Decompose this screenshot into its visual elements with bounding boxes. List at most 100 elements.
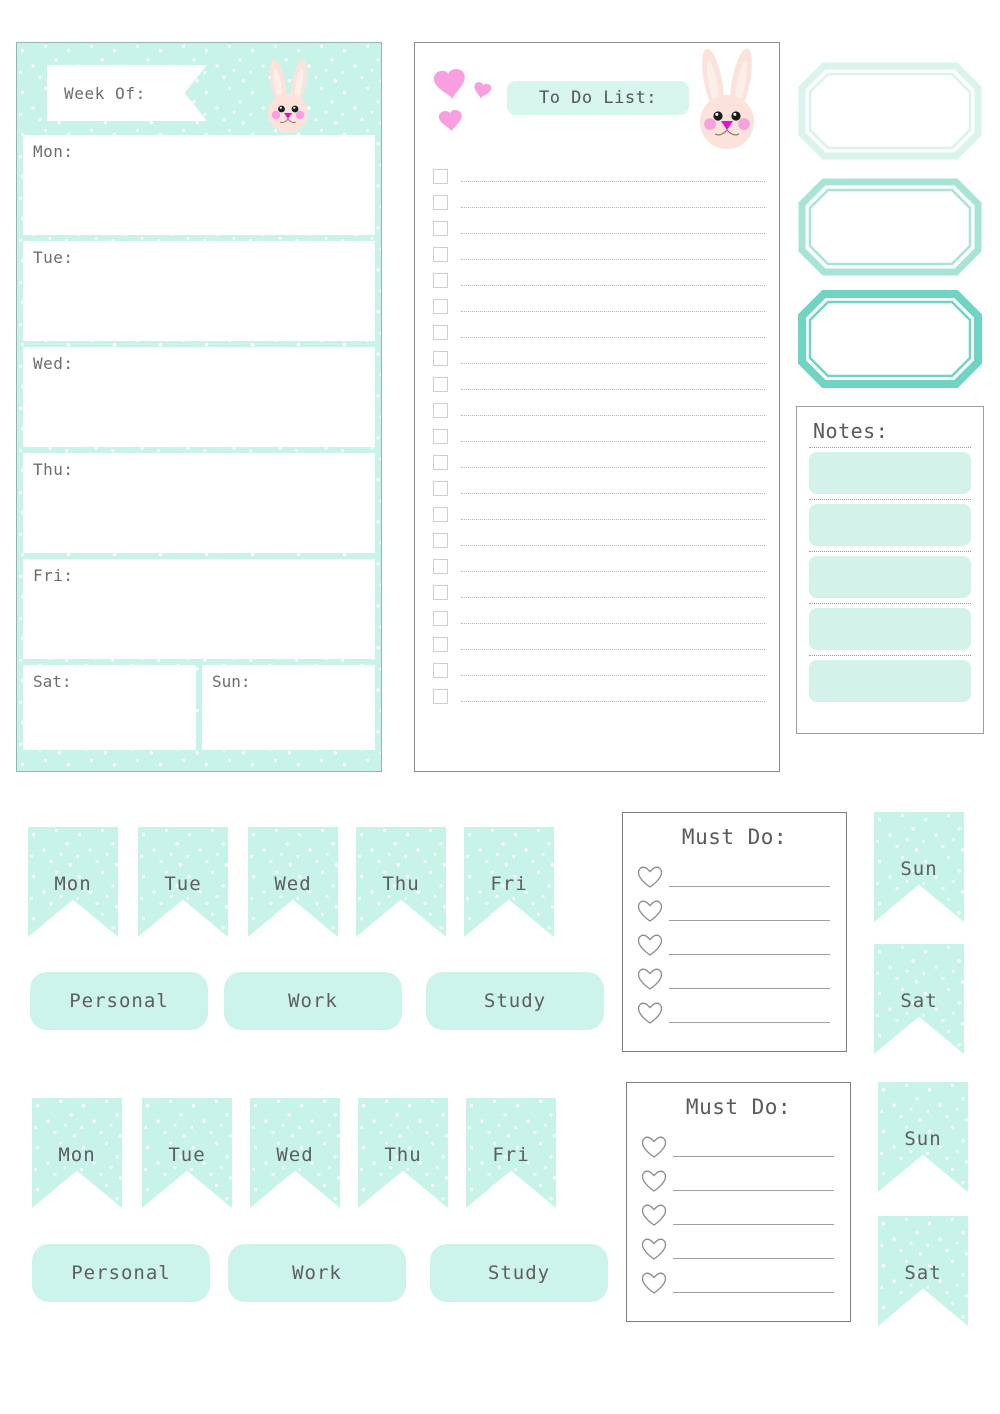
- planner-day-row-sat[interactable]: Sat:: [23, 665, 196, 750]
- todo-checkbox[interactable]: [433, 454, 448, 470]
- category-pill-study[interactable]: Study: [426, 972, 604, 1030]
- must-do-write-line: [673, 1258, 834, 1259]
- must-do-write-line: [669, 920, 830, 921]
- todo-checkbox[interactable]: [433, 428, 448, 444]
- todo-list-item[interactable]: [433, 449, 765, 475]
- must-do-item[interactable]: [623, 923, 846, 957]
- must-do-item[interactable]: [627, 1261, 850, 1295]
- day-flag-wed[interactable]: Wed: [250, 1098, 340, 1208]
- todo-list-item[interactable]: [433, 241, 765, 267]
- todo-write-line: [461, 414, 765, 416]
- label-frame-light[interactable]: [798, 62, 982, 160]
- todo-checkbox[interactable]: [433, 220, 448, 236]
- todo-list-item[interactable]: [433, 267, 765, 293]
- planner-day-row[interactable]: Wed:: [23, 347, 375, 447]
- planner-day-row[interactable]: Tue:: [23, 241, 375, 341]
- todo-list-item[interactable]: [433, 657, 765, 683]
- todo-list-item[interactable]: [433, 527, 765, 553]
- category-pill-personal[interactable]: Personal: [32, 1244, 210, 1302]
- label-frame-medium[interactable]: [798, 178, 982, 276]
- day-flag-wed[interactable]: Wed: [248, 827, 338, 937]
- category-pill-work[interactable]: Work: [224, 972, 402, 1030]
- day-flag-thu[interactable]: Thu: [358, 1098, 448, 1208]
- todo-list-item[interactable]: [433, 423, 765, 449]
- todo-checkbox[interactable]: [433, 298, 448, 314]
- todo-checkbox[interactable]: [433, 402, 448, 418]
- day-flag-tue[interactable]: Tue: [138, 827, 228, 937]
- todo-checkbox[interactable]: [433, 272, 448, 288]
- must-do-item[interactable]: [623, 957, 846, 991]
- planner-day-row[interactable]: Mon:: [23, 135, 375, 235]
- todo-checkbox[interactable]: [433, 558, 448, 574]
- todo-list-item[interactable]: [433, 189, 765, 215]
- todo-checkbox[interactable]: [433, 610, 448, 626]
- todo-list-item[interactable]: [433, 553, 765, 579]
- todo-list-item[interactable]: [433, 345, 765, 371]
- must-do-item[interactable]: [627, 1159, 850, 1193]
- todo-list-item[interactable]: [433, 579, 765, 605]
- day-flag-fri[interactable]: Fri: [464, 827, 554, 937]
- label-frame-dark[interactable]: [798, 290, 982, 388]
- planner-day-row-sun[interactable]: Sun:: [202, 665, 375, 750]
- todo-list-item[interactable]: [433, 371, 765, 397]
- day-flag-sun[interactable]: Sun: [874, 812, 964, 922]
- must-do-write-line: [669, 886, 830, 887]
- todo-checkbox[interactable]: [433, 376, 448, 392]
- todo-checkbox[interactable]: [433, 532, 448, 548]
- todo-list-item[interactable]: [433, 319, 765, 345]
- day-flag-sat[interactable]: Sat: [874, 944, 964, 1054]
- notes-write-bar[interactable]: [809, 556, 971, 598]
- must-do-title: Must Do:: [685, 1095, 792, 1119]
- day-flag-thu[interactable]: Thu: [356, 827, 446, 937]
- heart-outline-icon: [641, 1169, 667, 1193]
- todo-list-item[interactable]: [433, 215, 765, 241]
- todo-checkbox[interactable]: [433, 636, 448, 652]
- notes-write-bar[interactable]: [809, 504, 971, 546]
- day-flag-sat[interactable]: Sat: [878, 1216, 968, 1326]
- must-do-write-line: [669, 988, 830, 989]
- todo-checkbox[interactable]: [433, 168, 448, 184]
- day-flag-mon[interactable]: Mon: [28, 827, 118, 937]
- todo-checkbox[interactable]: [433, 350, 448, 366]
- planner-day-row[interactable]: Thu:: [23, 453, 375, 553]
- must-do-item[interactable]: [623, 889, 846, 923]
- category-pill-work[interactable]: Work: [228, 1244, 406, 1302]
- todo-list-item[interactable]: [433, 501, 765, 527]
- day-flag-fri[interactable]: Fri: [466, 1098, 556, 1208]
- category-pill-personal[interactable]: Personal: [30, 972, 208, 1030]
- todo-checkbox[interactable]: [433, 246, 448, 262]
- week-of-banner[interactable]: Week Of:: [47, 65, 207, 121]
- must-do-item[interactable]: [623, 855, 846, 889]
- day-label-mon: Mon:: [33, 142, 74, 161]
- must-do-item[interactable]: [627, 1193, 850, 1227]
- must-do-item[interactable]: [627, 1125, 850, 1159]
- day-flag-tue[interactable]: Tue: [142, 1098, 232, 1208]
- notes-divider: [809, 447, 971, 448]
- todo-write-line: [461, 440, 765, 442]
- todo-list-item[interactable]: [433, 605, 765, 631]
- todo-checkbox[interactable]: [433, 194, 448, 210]
- todo-checkbox[interactable]: [433, 324, 448, 340]
- notes-write-bar[interactable]: [809, 608, 971, 650]
- todo-list-item[interactable]: [433, 683, 765, 709]
- todo-checkbox[interactable]: [433, 506, 448, 522]
- todo-list-item[interactable]: [433, 397, 765, 423]
- todo-checkbox[interactable]: [433, 480, 448, 496]
- planner-day-row[interactable]: Fri:: [23, 559, 375, 659]
- must-do-item[interactable]: [627, 1227, 850, 1261]
- todo-checkbox[interactable]: [433, 662, 448, 678]
- todo-list-rows: [415, 163, 779, 709]
- todo-checkbox[interactable]: [433, 584, 448, 600]
- todo-list-item[interactable]: [433, 631, 765, 657]
- notes-write-bar[interactable]: [809, 452, 971, 494]
- todo-list-item[interactable]: [433, 163, 765, 189]
- notes-write-bar[interactable]: [809, 660, 971, 702]
- todo-checkbox[interactable]: [433, 688, 448, 704]
- day-flag-sun[interactable]: Sun: [878, 1082, 968, 1192]
- day-flag-label: Sat: [904, 1262, 942, 1284]
- category-pill-study[interactable]: Study: [430, 1244, 608, 1302]
- todo-list-item[interactable]: [433, 293, 765, 319]
- must-do-item[interactable]: [623, 991, 846, 1025]
- todo-list-item[interactable]: [433, 475, 765, 501]
- day-flag-mon[interactable]: Mon: [32, 1098, 122, 1208]
